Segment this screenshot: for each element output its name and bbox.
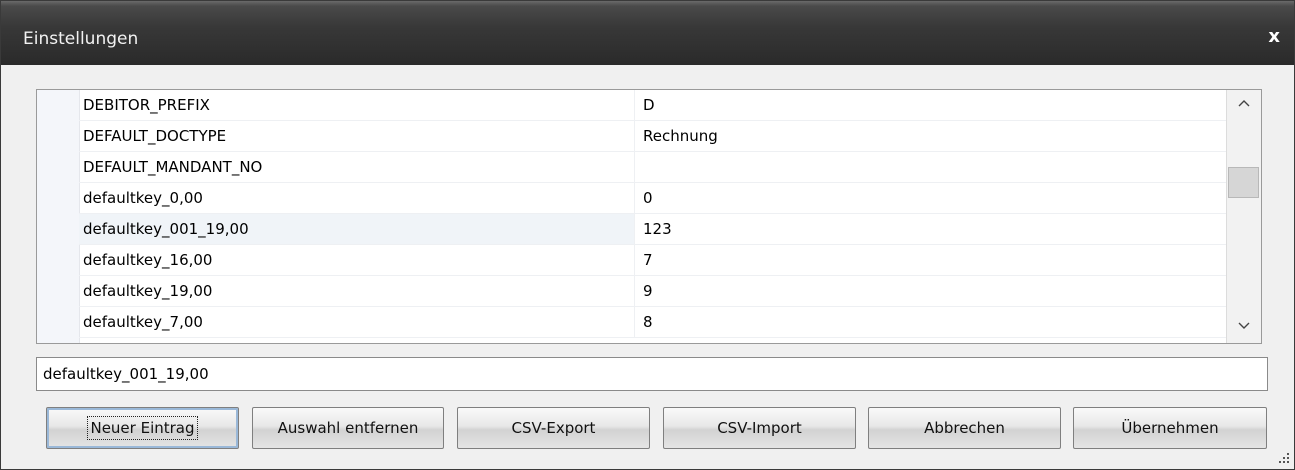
- settings-grid[interactable]: DEBITOR_PREFIX D DEFAULT_DOCTYPE Rechnun…: [36, 89, 1262, 344]
- scroll-up-icon[interactable]: [1227, 91, 1261, 119]
- scroll-down-icon[interactable]: [1227, 314, 1261, 342]
- key-cell[interactable]: DEFAULT_MANDANT_NO: [79, 152, 634, 182]
- key-cell[interactable]: defaultkey_16,00: [79, 245, 634, 275]
- csv-import-button[interactable]: CSV-Import: [663, 407, 856, 449]
- table-row[interactable]: defaultkey_0,00 0: [79, 183, 1227, 214]
- value-cell[interactable]: [634, 152, 1227, 182]
- settings-dialog: Einstellungen x DEBITOR_PREFIX D DEFAULT…: [0, 0, 1295, 470]
- value-cell[interactable]: 8: [634, 307, 1227, 337]
- value-cell[interactable]: 0: [634, 183, 1227, 213]
- cancel-button[interactable]: Abbrechen: [868, 407, 1061, 449]
- table-row[interactable]: DEBITOR_PREFIX D: [79, 90, 1227, 121]
- apply-label: Übernehmen: [1121, 419, 1219, 437]
- value-cell[interactable]: 7: [634, 245, 1227, 275]
- close-icon[interactable]: x: [1268, 26, 1280, 47]
- csv-export-button[interactable]: CSV-Export: [457, 407, 650, 449]
- table-row[interactable]: defaultkey_16,00 7: [79, 245, 1227, 276]
- key-cell[interactable]: DEBITOR_PREFIX: [79, 90, 634, 120]
- key-cell[interactable]: DEFAULT_DOCTYPE: [79, 121, 634, 151]
- value-cell[interactable]: Rechnung: [634, 121, 1227, 151]
- table-row[interactable]: DEFAULT_DOCTYPE Rechnung: [79, 121, 1227, 152]
- key-cell[interactable]: defaultkey_19,00: [79, 276, 634, 306]
- value-cell[interactable]: 9: [634, 276, 1227, 306]
- table-row[interactable]: DEFAULT_MANDANT_NO: [79, 152, 1227, 183]
- key-input[interactable]: [36, 357, 1268, 391]
- value-cell[interactable]: 123: [634, 214, 1227, 244]
- new-entry-label: Neuer Eintrag: [87, 416, 198, 440]
- grid-rows: DEBITOR_PREFIX D DEFAULT_DOCTYPE Rechnun…: [79, 90, 1227, 338]
- new-entry-button[interactable]: Neuer Eintrag: [46, 407, 239, 449]
- vertical-scrollbar[interactable]: [1226, 90, 1261, 343]
- table-row[interactable]: defaultkey_7,00 8: [79, 307, 1227, 338]
- dialog-title: Einstellungen: [23, 29, 139, 49]
- table-row[interactable]: defaultkey_19,00 9: [79, 276, 1227, 307]
- key-cell[interactable]: defaultkey_0,00: [79, 183, 634, 213]
- csv-export-label: CSV-Export: [511, 419, 596, 437]
- title-bar[interactable]: Einstellungen x: [1, 1, 1294, 65]
- resize-grip-icon[interactable]: [1274, 450, 1290, 466]
- cancel-label: Abbrechen: [924, 419, 1005, 437]
- row-header-column: [37, 90, 80, 343]
- csv-import-label: CSV-Import: [717, 419, 802, 437]
- scrollbar-thumb[interactable]: [1228, 167, 1259, 198]
- key-cell[interactable]: defaultkey_001_19,00: [79, 214, 634, 244]
- value-cell[interactable]: D: [634, 90, 1227, 120]
- key-cell[interactable]: defaultkey_7,00: [79, 307, 634, 337]
- apply-button[interactable]: Übernehmen: [1073, 407, 1267, 449]
- table-row[interactable]: defaultkey_001_19,00 123: [79, 214, 1227, 245]
- remove-selection-label: Auswahl entfernen: [277, 419, 419, 437]
- remove-selection-button[interactable]: Auswahl entfernen: [252, 407, 444, 449]
